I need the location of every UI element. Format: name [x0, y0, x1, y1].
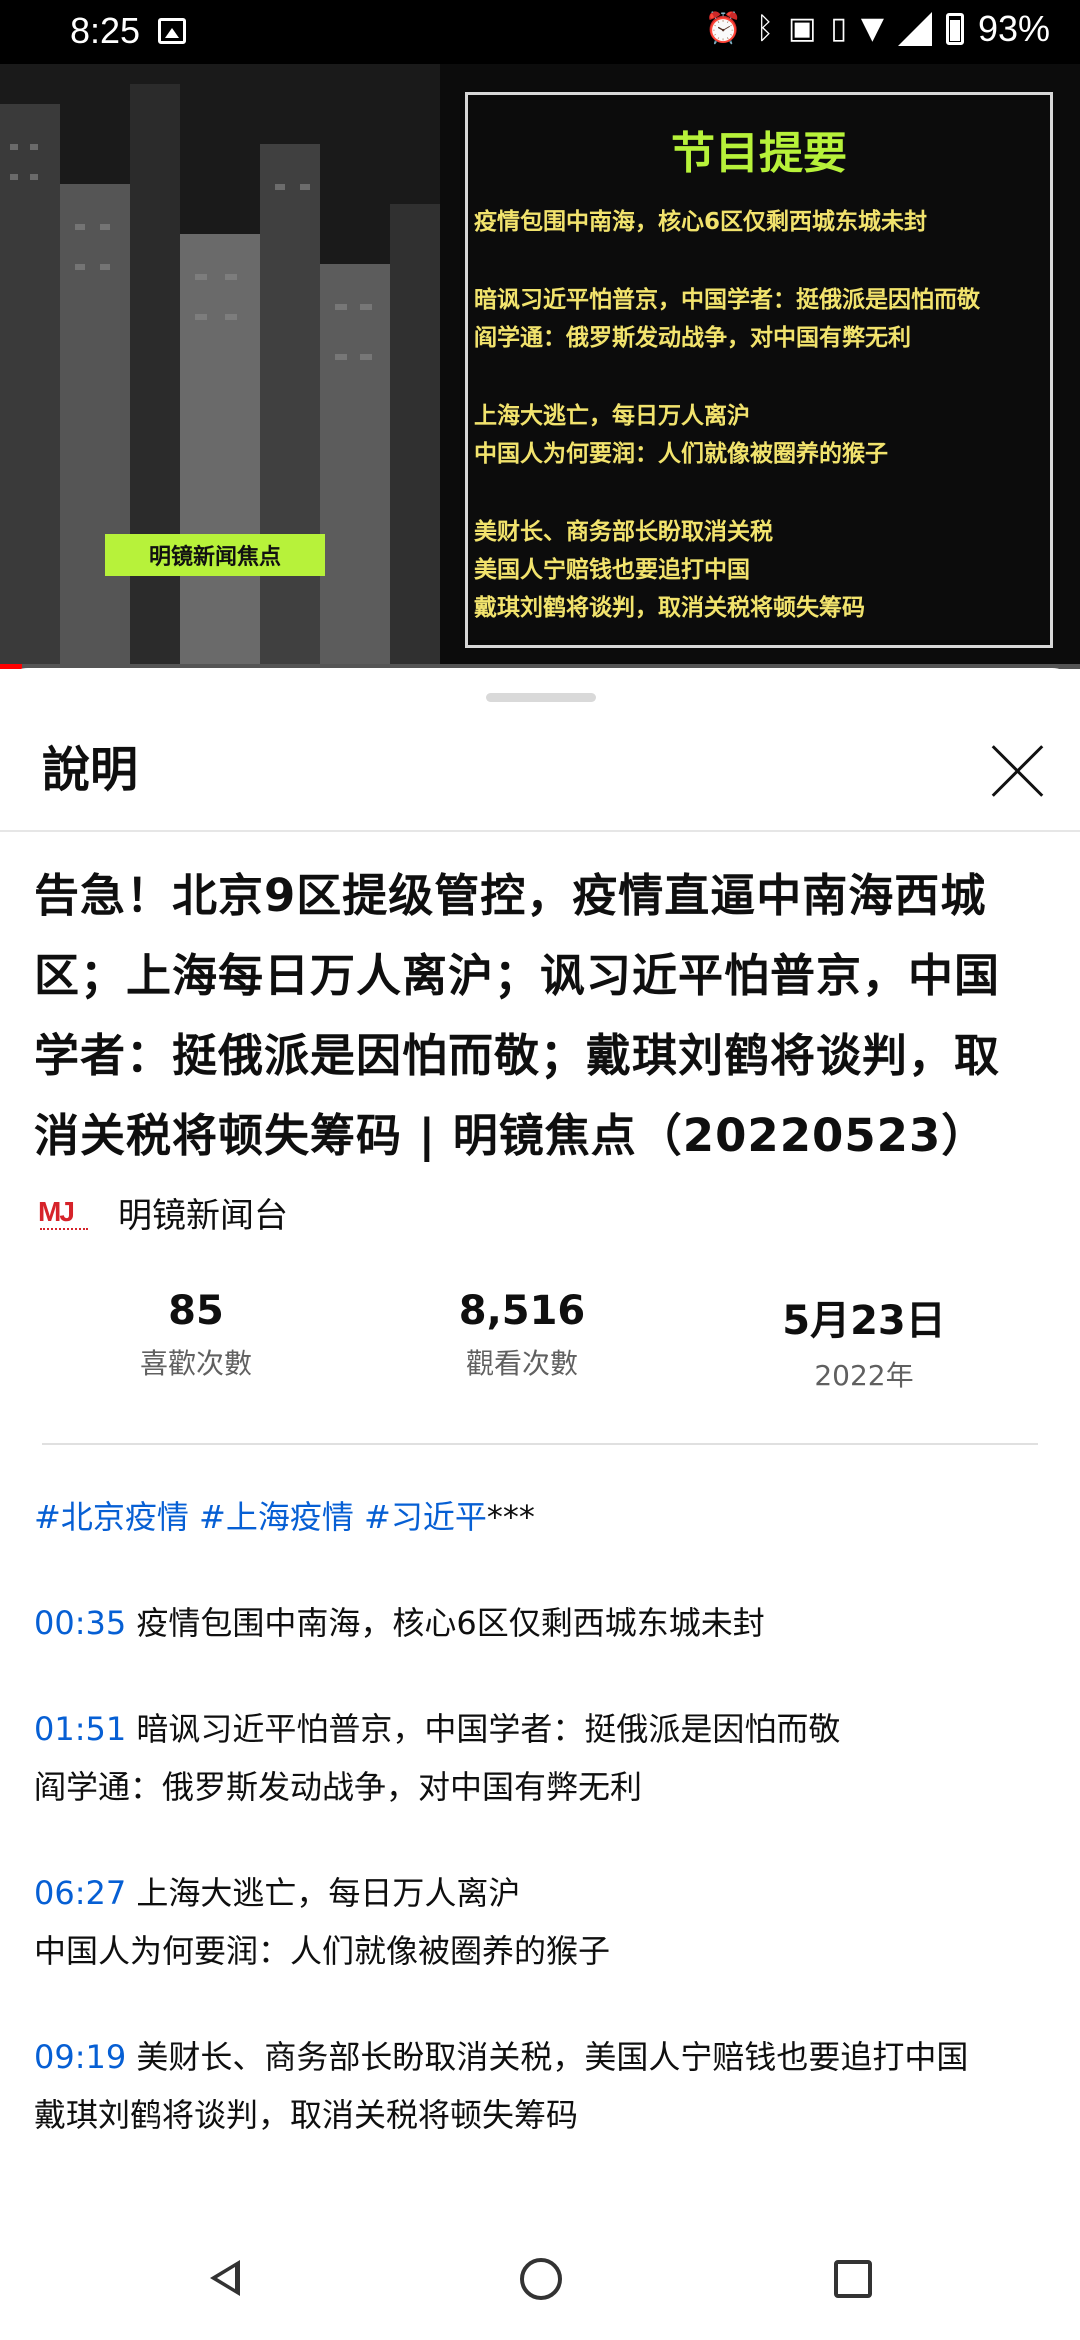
video-player[interactable]: 明镜新闻焦点 节目提要 疫情包围中南海，核心6区仅剩西城东城未封 暗讽习近平怕普… [0, 64, 1080, 669]
likes-value: 85 [168, 1288, 224, 1334]
timestamp-link[interactable]: 06:27 [34, 1874, 126, 1912]
battery-icon [945, 13, 964, 45]
hashtag-link[interactable]: #习近平 [364, 1498, 487, 1536]
summary-line: 美财长、商务部长盼取消关税 [474, 519, 773, 545]
channel-logo-text: MJ [38, 1195, 75, 1227]
summary-line: 美国人宁赔钱也要追打中国 [474, 557, 750, 583]
chapter-text: 暗讽习近平怕普京，中国学者：挺俄派是因怕而敬 [136, 1710, 841, 1748]
date-stat: 5月23日 2022年 [714, 1288, 1014, 1394]
bluetooth-icon: ᛒ [755, 11, 774, 46]
chapter-entry: 00:35 疫情包围中南海，核心6区仅剩西城东城未封 [34, 1594, 1054, 1652]
hashtag-link[interactable]: #上海疫情 [199, 1498, 354, 1536]
summary-line: 戴琪刘鹤将谈判，取消关税将顿失筹码 [474, 595, 865, 621]
chapter-text: 美财长、商务部长盼取消关税，美国人宁赔钱也要追打中国 [136, 2038, 969, 2076]
chapter-subtext: 阎学通：俄罗斯发动战争，对中国有弊无利 [34, 1768, 643, 1806]
channel-row[interactable]: MJ 明镜新闻台 [38, 1188, 288, 1237]
video-title: 告急！北京9区提级管控，疫情直逼中南海西城区；上海每日万人离沪；讽习近平怕普京，… [34, 869, 1001, 1162]
date-year: 2022年 [814, 1359, 914, 1392]
channel-logo: MJ [38, 1196, 90, 1230]
program-badge: 明镜新闻焦点 [105, 534, 325, 576]
timestamp-link[interactable]: 00:35 [34, 1604, 126, 1642]
city-skyline-image [0, 64, 440, 669]
likes-stat: 85 喜歡次數 [46, 1288, 346, 1382]
chapter-text: 疫情包围中南海，核心6区仅剩西城东城未封 [136, 1604, 765, 1642]
summary-line: 阎学通：俄罗斯发动战争，对中国有弊无利 [474, 325, 911, 351]
description-sheet: 說明 告急！北京9区提级管控，疫情直逼中南海西城区；上海每日万人离沪；讽习近平怕… [0, 668, 1080, 2220]
program-summary-lines: 疫情包围中南海，核心6区仅剩西城东城未封 暗讽习近平怕普京，中国学者：挺俄派是因… [474, 203, 1048, 627]
likes-label: 喜歡次數 [139, 1347, 252, 1380]
views-value: 8,516 [458, 1288, 586, 1334]
description-body: #北京疫情 #上海疫情 #习近平*** 00:35 疫情包围中南海，核心6区仅剩… [34, 1488, 1054, 2192]
chapter-subtext: 戴琪刘鹤将谈判，取消关税将顿失筹码 [34, 2096, 579, 2134]
close-icon[interactable] [986, 740, 1048, 802]
summary-line: 中国人为何要润：人们就像被圈养的猴子 [474, 441, 888, 467]
program-summary-title: 节目提要 [671, 128, 847, 179]
program-summary-box: 节目提要 疫情包围中南海，核心6区仅剩西城东城未封 暗讽习近平怕普京，中国学者：… [465, 92, 1053, 648]
vibrate-icon: ▯ [830, 11, 847, 46]
timestamp-link[interactable]: 01:51 [34, 1710, 126, 1748]
channel-name: 明镜新闻台 [118, 1196, 288, 1236]
timestamp-link[interactable]: 09:19 [34, 2038, 126, 2076]
summary-line: 上海大逃亡，每日万人离沪 [474, 403, 750, 429]
views-stat: 8,516 觀看次數 [372, 1288, 672, 1382]
battery-percent: 93% [977, 8, 1050, 49]
summary-line: 疫情包围中南海，核心6区仅剩西城东城未封 [474, 209, 928, 235]
views-label: 觀看次數 [465, 1347, 578, 1380]
back-icon[interactable] [210, 2260, 240, 2296]
status-bar: 8:25 ⏰ ᛒ ▣ ▯ ▼ 93% [0, 0, 1080, 64]
date-value: 5月23日 [782, 1298, 946, 1344]
video-progress-fill [0, 664, 22, 669]
status-time: 8:25 [70, 10, 141, 51]
hashtag-suffix: *** [486, 1498, 535, 1536]
recents-icon[interactable] [834, 2260, 872, 2298]
status-icons: ⏰ ᛒ ▣ ▯ ▼ 93% [705, 8, 1050, 50]
stats-row: 85 喜歡次數 8,516 觀看次數 5月23日 2022年 [0, 1288, 1080, 1392]
drag-handle[interactable] [486, 693, 596, 702]
chapter-subtext: 中国人为何要润：人们就像被圈养的猴子 [34, 1932, 611, 1970]
nfc-icon: ▣ [787, 11, 817, 46]
sheet-title: 說明 [42, 742, 139, 798]
summary-line: 暗讽习近平怕普京，中国学者：挺俄派是因怕而敬 [474, 287, 980, 313]
wifi-icon: ▼ [860, 11, 884, 46]
divider [42, 1443, 1038, 1445]
hashtags-line: #北京疫情 #上海疫情 #习近平*** [34, 1488, 1054, 1546]
chapter-entry: 01:51 暗讽习近平怕普京，中国学者：挺俄派是因怕而敬 阎学通：俄罗斯发动战争… [34, 1700, 1054, 1816]
home-icon[interactable] [520, 2258, 562, 2300]
chapter-text: 上海大逃亡，每日万人离沪 [136, 1874, 521, 1912]
divider [0, 830, 1080, 832]
chapter-entry: 09:19 美财长、商务部长盼取消关税，美国人宁赔钱也要追打中国 戴琪刘鹤将谈判… [34, 2028, 1054, 2144]
image-icon [158, 18, 186, 44]
alarm-icon: ⏰ [704, 11, 742, 46]
chapter-entry: 06:27 上海大逃亡，每日万人离沪 中国人为何要润：人们就像被圈养的猴子 [34, 1864, 1054, 1980]
hashtag-link[interactable]: #北京疫情 [34, 1498, 189, 1536]
signal-icon [897, 12, 932, 46]
system-nav-bar [0, 2220, 1080, 2340]
